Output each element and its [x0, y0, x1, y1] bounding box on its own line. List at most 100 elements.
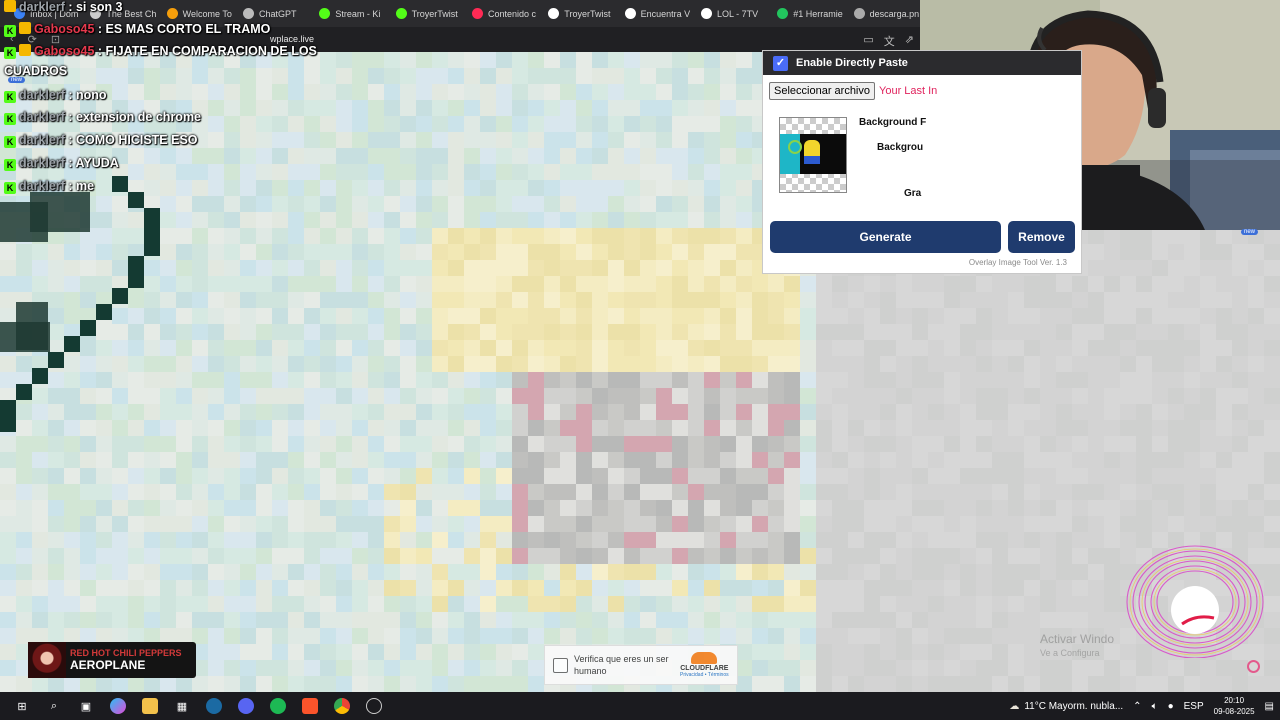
- activate-windows-subtitle: Ve a Configura: [1040, 648, 1100, 658]
- chatgpt-icon[interactable]: [366, 698, 382, 714]
- kick-badge-icon: K: [4, 91, 16, 103]
- browser-tab[interactable]: #1 Herramie: [769, 3, 843, 25]
- generate-button[interactable]: Generate: [770, 221, 1001, 253]
- remove-button[interactable]: Remove: [1008, 221, 1075, 253]
- cloudflare-links[interactable]: Privacidad • Términos: [680, 672, 729, 678]
- task-view-icon[interactable]: ▣: [78, 698, 94, 714]
- clock-date: 09-08-2025: [1213, 707, 1255, 716]
- search-icon[interactable]: ⌕: [46, 698, 62, 714]
- chat-message: Kdarklerf : AYUDA: [4, 156, 119, 171]
- tab-label: descarga.pn: [869, 8, 920, 19]
- discord-icon[interactable]: [238, 698, 254, 714]
- address-actions: ▭ 文 ⇗: [863, 33, 914, 49]
- tab-label: #1 Herramie: [793, 8, 843, 19]
- shield-icon: [166, 8, 178, 19]
- clock[interactable]: 20:10 09-08-2025: [1214, 695, 1255, 717]
- chat-username[interactable]: darklerf: [19, 88, 65, 102]
- tab-label: Welcome To: [182, 8, 232, 19]
- spotify-icon[interactable]: [270, 698, 286, 714]
- browser-tab[interactable]: Stream - Ki: [311, 3, 385, 25]
- chrome-icon[interactable]: [334, 698, 350, 714]
- background-label-2: Backgrou: [877, 142, 924, 153]
- screen-icon[interactable]: ▭: [863, 33, 873, 49]
- tab-label: TroyerTwist: [411, 8, 458, 19]
- tab-label: Contenido c: [487, 8, 537, 19]
- chat-text: : me: [64, 179, 95, 193]
- chat-username[interactable]: darklerf: [19, 0, 65, 14]
- chat-username[interactable]: darklerf: [19, 179, 65, 193]
- enable-paste-checkbox[interactable]: ✓: [773, 55, 788, 71]
- location-pin-icon[interactable]: [1247, 660, 1260, 673]
- copilot-icon[interactable]: [110, 698, 126, 714]
- browser-tab[interactable]: Contenido c: [464, 3, 538, 25]
- chat-text: CUADROS: [4, 64, 68, 78]
- weather-text: 11°C Mayorm. nubla...: [1024, 700, 1124, 712]
- chat-message: Kdarklerf : COMO HICISTE ESO: [4, 133, 198, 148]
- crown-badge-icon: [4, 0, 16, 12]
- system-tray: ☁ 11°C Mayorm. nubla... ⌃ 🔈︎ ● ESP 20:10…: [1009, 695, 1274, 717]
- overlay-tool-panel: ✓ Enable Directly Paste Seleccionar arch…: [762, 50, 1082, 274]
- chat-username[interactable]: darklerf: [19, 156, 65, 170]
- kick-badge-icon: K: [4, 47, 16, 59]
- last-image-label: Your Last In: [879, 85, 938, 97]
- tab-label: ChatGPT: [258, 8, 297, 19]
- steam-icon[interactable]: [206, 698, 222, 714]
- chat-username[interactable]: darklerf: [19, 133, 65, 147]
- image-thumbnail[interactable]: [779, 117, 847, 193]
- chat-message: K Gaboso45 : ES MAS CORTO EL TRAMO: [4, 22, 270, 37]
- browser-tab[interactable]: LOL - 7TV: [693, 3, 767, 25]
- spiral-overlay: [1126, 545, 1264, 658]
- openai-icon: [242, 8, 254, 19]
- browser-tab[interactable]: TroyerTwist: [388, 3, 462, 25]
- brave-icon[interactable]: [302, 698, 318, 714]
- verify-text: Verifica que eres un ser humano: [574, 654, 669, 676]
- browser-tab[interactable]: TroyerTwist: [540, 3, 614, 25]
- windows-start-icon[interactable]: ⊞: [14, 698, 30, 714]
- chat-text: : AYUDA: [64, 156, 119, 170]
- globe-icon: [777, 8, 789, 19]
- url-text[interactable]: wplace.live: [270, 34, 314, 44]
- cloud-icon: ☁: [1009, 700, 1020, 712]
- chat-message: CUADROS: [4, 64, 67, 78]
- notification-icon[interactable]: ▤: [1265, 701, 1274, 712]
- mic-icon[interactable]: ●: [1168, 701, 1174, 712]
- share-icon[interactable]: ⇗: [905, 33, 914, 49]
- chat-message: darklerf : si son 3: [4, 0, 123, 14]
- chat-message: Kdarklerf : nono: [4, 88, 107, 103]
- calculator-icon[interactable]: ▦: [174, 698, 190, 714]
- volume-icon[interactable]: 🔈︎: [1152, 701, 1158, 712]
- cloudflare-logo-icon: [691, 652, 718, 664]
- chat-username[interactable]: Gaboso45: [34, 44, 94, 58]
- version-text: Overlay Image Tool Ver. 1.3: [968, 258, 1067, 267]
- chat-text: : nono: [64, 88, 107, 102]
- kick-badge-icon: K: [4, 182, 16, 194]
- clock-time: 20:10: [1224, 696, 1245, 705]
- chat-username[interactable]: Gaboso45: [34, 22, 94, 36]
- 7tv-icon: [700, 8, 712, 19]
- crown-badge-icon: [19, 22, 31, 34]
- gradient-label: Gra: [904, 188, 922, 199]
- music-song: AEROPLANE: [70, 658, 146, 672]
- background-label-1: Background F: [859, 117, 927, 128]
- kick-badge-icon: K: [4, 25, 16, 37]
- cloudflare-verify-widget: Verifica que eres un ser humano CLOUDFLA…: [544, 645, 738, 685]
- now-playing-widget: RED HOT CHILI PEPPERS AEROPLANE: [28, 642, 196, 678]
- enable-paste-label: Enable Directly Paste: [796, 57, 908, 69]
- tiktok-icon: [624, 8, 636, 19]
- windows-taskbar: ⊞ ⌕ ▣ ▦ ☁ 11°C Mayorm. nubla... ⌃ 🔈︎ ● E…: [0, 692, 1280, 720]
- verify-checkbox[interactable]: [553, 657, 568, 673]
- chat-text: : FIJATE EN COMPARACION DE LOS: [94, 44, 317, 58]
- album-cover: [28, 642, 66, 678]
- chat-username[interactable]: darklerf: [19, 110, 65, 124]
- file-explorer-icon[interactable]: [142, 698, 158, 714]
- weather-widget[interactable]: ☁ 11°C Mayorm. nubla...: [1009, 701, 1123, 712]
- browser-tab[interactable]: descarga.pn: [846, 3, 920, 25]
- chevron-up-icon[interactable]: ⌃: [1133, 701, 1141, 712]
- lang-indicator[interactable]: ESP: [1184, 701, 1204, 712]
- browser-tab[interactable]: Encuentra V: [617, 3, 691, 25]
- tab-label: Stream - Ki: [335, 8, 381, 19]
- chat-text: : extension de chrome: [64, 110, 202, 124]
- tab-label: LOL - 7TV: [716, 8, 759, 19]
- file-select-button[interactable]: Seleccionar archivo: [769, 82, 875, 100]
- translate-icon[interactable]: 文: [884, 33, 895, 49]
